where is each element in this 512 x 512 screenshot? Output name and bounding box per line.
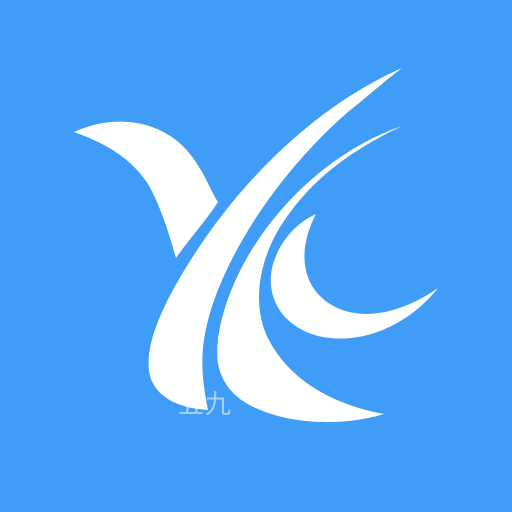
watermark-text: 五九 <box>178 390 233 420</box>
app-icon <box>0 0 512 512</box>
